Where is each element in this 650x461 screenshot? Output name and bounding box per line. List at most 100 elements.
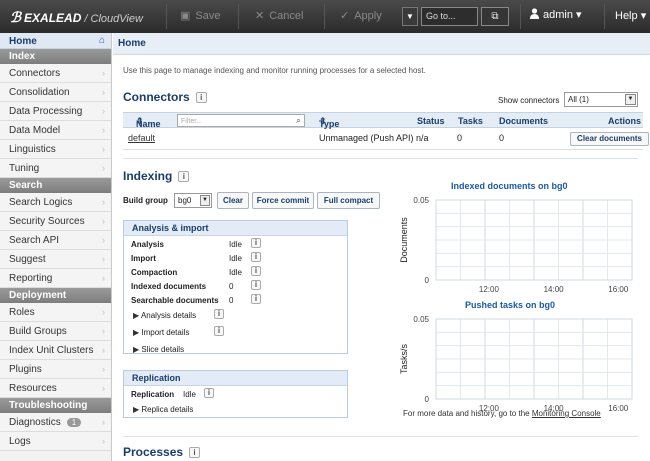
close-icon: ✕: [255, 10, 265, 22]
select-value: All (1): [568, 95, 589, 104]
app-logo[interactable]: ℬ EXALEAD / CloudView: [10, 9, 143, 26]
sidebar-item-label: Data Processing: [9, 106, 83, 117]
replication-value: Idle: [183, 390, 196, 399]
toolbar-divider: [604, 4, 605, 29]
sidebar-item-label: Resources: [9, 383, 57, 394]
sidebar-item-resources[interactable]: Resources ›: [0, 379, 111, 398]
sidebar-item-diagnostics[interactable]: Diagnostics 1 ›: [0, 413, 111, 432]
y-tick-label: 0: [425, 276, 430, 285]
sidebar-item-build-groups[interactable]: Build Groups ›: [0, 322, 111, 341]
sidebar-item-connectors[interactable]: Connectors ›: [0, 64, 111, 83]
sidebar-item-search-logics[interactable]: Search Logics ›: [0, 193, 111, 212]
info-icon[interactable]: i: [251, 294, 261, 304]
chevron-right-icon: ›: [102, 417, 105, 427]
connector-filter-input[interactable]: Filter... ⌕: [177, 114, 305, 127]
info-icon[interactable]: i: [214, 309, 224, 319]
column-header-name[interactable]: Name ⇕: [136, 116, 161, 129]
y-axis-label: Tasks/s: [399, 344, 409, 375]
sidebar-item-data-processing[interactable]: Data Processing ›: [0, 102, 111, 121]
info-icon[interactable]: i: [214, 326, 224, 336]
connector-documents: 0: [499, 133, 505, 143]
sidebar-item-data-model[interactable]: Data Model ›: [0, 121, 111, 140]
analysis-import-panel: Analysis & import Analysis Idle i Import…: [123, 220, 348, 354]
sidebar-item-roles[interactable]: Roles ›: [0, 303, 111, 322]
select-value: bg0: [178, 196, 192, 205]
build-group-select[interactable]: bg0 ▼: [174, 193, 212, 208]
sidebar-item-search-api[interactable]: Search API ›: [0, 231, 111, 250]
info-icon[interactable]: i: [251, 238, 261, 248]
info-icon[interactable]: i: [251, 252, 261, 262]
help-menu[interactable]: Help ▾: [615, 9, 646, 22]
info-icon[interactable]: i: [204, 388, 214, 398]
info-icon[interactable]: i: [189, 447, 201, 458]
slice-details-toggle[interactable]: ▶ Slice details: [133, 345, 184, 354]
sidebar-item-plugins[interactable]: Plugins ›: [0, 360, 111, 379]
y-axis-label: Documents: [399, 217, 409, 263]
x-tick-label: 12:00: [479, 285, 500, 294]
info-icon[interactable]: i: [251, 266, 261, 276]
sidebar-item-index-unit-clusters[interactable]: Index Unit Clusters ›: [0, 341, 111, 360]
analysis-value: Idle: [229, 240, 242, 249]
chevron-right-icon: ›: [102, 364, 105, 374]
home-icon: ⌂: [98, 35, 105, 46]
searchable-documents-label: Searchable documents: [131, 296, 219, 305]
info-icon[interactable]: i: [178, 171, 190, 182]
save-button[interactable]: ▣ Save: [180, 9, 220, 22]
pushed-tasks-chart: 0.05012:00 14:00 16:00Tasks/s: [399, 315, 633, 413]
column-header-tasks: Tasks: [458, 116, 483, 126]
column-header-type[interactable]: Type ⇕: [319, 116, 339, 129]
info-icon[interactable]: i: [251, 280, 261, 290]
clear-button[interactable]: Clear: [217, 192, 249, 209]
chevron-right-icon: ›: [102, 307, 105, 317]
sidebar-item-tuning[interactable]: Tuning ›: [0, 159, 111, 178]
force-commit-button[interactable]: Force commit: [252, 192, 314, 209]
info-icon[interactable]: i: [195, 92, 207, 103]
sidebar-item-home[interactable]: Home ⌂: [0, 33, 111, 49]
sidebar-item-logs[interactable]: Logs ›: [0, 432, 111, 451]
sidebar-item-suggest[interactable]: Suggest ›: [0, 250, 111, 269]
sidebar-item-reporting[interactable]: Reporting ›: [0, 269, 111, 288]
breadcrumb: Home: [113, 33, 650, 55]
sidebar-item-consolidation[interactable]: Consolidation ›: [0, 83, 111, 102]
connectors-table-header: Name ⇕ Filter... ⌕ Type ⇕ Status Tasks D…: [123, 112, 643, 129]
connector-status: n/a: [416, 133, 429, 143]
sidebar-section-deployment: Deployment: [0, 288, 111, 303]
help-label: Help: [615, 10, 638, 22]
full-compact-button[interactable]: Full compact: [317, 192, 380, 209]
sidebar-item-linguistics[interactable]: Linguistics ›: [0, 140, 111, 159]
goto-input[interactable]: Go to...: [421, 7, 478, 26]
goto-button[interactable]: ⧉: [481, 7, 509, 26]
connector-link[interactable]: default: [128, 133, 155, 143]
monitoring-note-text: For more data and history, go to the: [403, 409, 530, 418]
dropdown-arrow-icon: ▼: [625, 94, 636, 105]
floppy-icon: ▣: [180, 10, 191, 22]
logo-brand: EXALEAD: [24, 11, 82, 25]
sidebar-item-security-sources[interactable]: Security Sources ›: [0, 212, 111, 231]
apply-label: Apply: [354, 10, 382, 22]
monitoring-console-link[interactable]: Monitoring Console: [532, 409, 601, 418]
x-tick-label: 16:00: [608, 404, 629, 413]
sidebar-item-label: Reporting: [9, 273, 53, 284]
import-value: Idle: [229, 254, 242, 263]
chevron-right-icon: ›: [102, 144, 105, 154]
goto-group: ▼ Go to... ⧉: [402, 7, 512, 26]
analysis-details-toggle[interactable]: ▶ Analysis details: [133, 311, 196, 320]
toolbar-divider: [238, 4, 239, 29]
clear-documents-button[interactable]: Clear documents: [570, 132, 649, 146]
chevron-right-icon: ›: [102, 125, 105, 135]
show-connectors-select[interactable]: All (1) ▼: [564, 92, 638, 107]
chart-title: Pushed tasks on bg0: [465, 300, 556, 310]
user-menu[interactable]: admin ▾: [530, 8, 582, 21]
replica-details-toggle[interactable]: ▶ Replica details: [133, 405, 193, 414]
page-intro: Use this page to manage indexing and mon…: [123, 66, 426, 75]
show-connectors-label: Show connectors: [498, 96, 560, 105]
chevron-right-icon: ›: [102, 197, 105, 207]
apply-button[interactable]: ✓ Apply: [340, 9, 382, 22]
cancel-button[interactable]: ✕ Cancel: [255, 9, 303, 22]
x-tick-label: 14:00: [544, 285, 565, 294]
goto-dropdown-button[interactable]: ▼: [402, 7, 418, 26]
processes-title: Processes i: [123, 445, 201, 459]
import-details-toggle[interactable]: ▶ Import details: [133, 328, 189, 337]
column-header-status: Status: [417, 116, 445, 126]
compaction-label: Compaction: [131, 268, 178, 277]
